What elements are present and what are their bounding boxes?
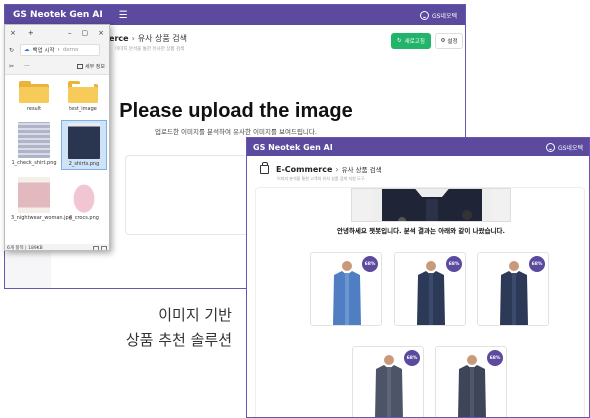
- result-item[interactable]: 68%: [352, 346, 424, 417]
- result-message: 안녕하세요 챗봇입니다. 분석 결과는 아래와 같이 나왔습니다.: [336, 227, 506, 235]
- breadcrumb-description: 이미지 분석을 통한 고객의 유사 상품 검색 지원 도구: [277, 176, 365, 181]
- back-topbar: GS Neotek Gen AI ☰ GS네오텍: [5, 5, 465, 25]
- image-thumbnail: [18, 177, 50, 213]
- gear-icon: ⚙: [440, 38, 446, 44]
- image-thumbnail: [18, 122, 50, 158]
- new-tab-icon[interactable]: +: [28, 29, 34, 37]
- breadcrumb-main[interactable]: E-Commerce: [276, 165, 332, 174]
- breadcrumb-separator: ›: [131, 34, 135, 43]
- file-name: 1_check_shirt.png: [11, 160, 57, 166]
- address-label: 백업 시작: [32, 48, 55, 54]
- result-card: 안녕하세요 챗봇입니다. 분석 결과는 아래와 같이 나왔습니다. 68% 68…: [255, 187, 585, 417]
- details-view-icon[interactable]: [93, 245, 99, 250]
- refresh-button-label: 새로고침: [404, 39, 425, 45]
- details-button[interactable]: 세부 정보: [77, 63, 105, 70]
- query-image: [351, 188, 511, 222]
- status-text: 6개 항목 | 189KB: [7, 246, 43, 251]
- more-icon[interactable]: ···: [24, 63, 30, 70]
- status-bar: 6개 항목 | 189KB: [5, 244, 109, 251]
- explorer-titlebar: × + – ▢ ×: [5, 25, 109, 41]
- result-item[interactable]: 68%: [435, 346, 507, 417]
- file-item[interactable]: 4_crocs.png: [61, 177, 107, 221]
- refresh-button[interactable]: ↻ 새로고침: [391, 33, 431, 49]
- solution-caption: 이미지 기반 상품 추천 솔루션: [126, 303, 232, 353]
- details-pane-icon: [77, 64, 83, 69]
- explorer-toolbar: ✂ ··· 세부 정보: [5, 59, 109, 75]
- result-item[interactable]: 68%: [310, 252, 382, 326]
- smile-icon: [419, 10, 429, 20]
- similarity-badge: 68%: [446, 256, 462, 272]
- breadcrumb-separator: ›: [335, 165, 339, 174]
- minimize-icon[interactable]: –: [68, 29, 72, 37]
- caption-line-2: 상품 추천 솔루션: [125, 331, 232, 349]
- file-item[interactable]: 1_check_shirt.png: [11, 122, 57, 166]
- maximize-icon[interactable]: ▢: [82, 29, 89, 37]
- similarity-badge: 68%: [362, 256, 378, 272]
- brand-title: GS Neotek Gen AI: [253, 142, 333, 152]
- details-label: 세부 정보: [85, 64, 105, 70]
- cloud-icon: ☁: [24, 47, 30, 53]
- product-image: [458, 355, 486, 417]
- file-item-selected[interactable]: 2_shirts.png: [61, 120, 107, 170]
- folder-icon: [68, 81, 98, 103]
- result-item[interactable]: 68%: [394, 252, 466, 326]
- product-image: [500, 261, 528, 325]
- file-name: 3_nightwear_woman.jpg: [11, 215, 72, 221]
- folder-icon: [19, 81, 49, 103]
- file-name: 2_shirts.png: [68, 161, 100, 167]
- similarity-badge: 68%: [404, 350, 420, 366]
- file-name: test_image: [69, 106, 97, 112]
- breadcrumb-sub: 유사 상품 검색: [137, 34, 188, 43]
- product-image: [417, 261, 445, 325]
- address-separator: ›: [57, 47, 60, 53]
- cut-icon[interactable]: ✂: [9, 63, 14, 70]
- caption-line-1: 이미지 기반: [158, 306, 232, 324]
- settings-button-label: 설정: [447, 39, 458, 45]
- front-header: E-Commerce › 유사 상품 검색 이미지 분석을 통한 고객의 유사 상품…: [247, 156, 589, 186]
- product-image: [333, 261, 361, 325]
- address-bar[interactable]: ☁ 백업 시작 › demo: [20, 44, 101, 56]
- breadcrumb-description: 이미지 분석을 통한 유사한 상품 검색: [115, 47, 185, 52]
- user-label: GS네오텍: [431, 12, 457, 20]
- result-item[interactable]: 68%: [477, 252, 549, 326]
- breadcrumb-sub: 유사 상품 검색: [341, 166, 382, 174]
- settings-button[interactable]: ⚙ 설정: [435, 33, 463, 49]
- smile-icon: [545, 142, 555, 152]
- image-thumbnail: [68, 177, 100, 213]
- address-tail: demo: [62, 47, 79, 53]
- close-icon[interactable]: ×: [98, 29, 104, 37]
- file-list: result test_image 1_check_shirt.png 2_sh…: [5, 75, 109, 245]
- file-name: 4_crocs.png: [69, 215, 99, 221]
- hamburger-icon[interactable]: ☰: [119, 10, 128, 21]
- file-item[interactable]: test_image: [60, 81, 106, 112]
- file-explorer-window: × + – ▢ × ↻ ☁ 백업 시작 › demo ✂ ··· 세부 정보 r…: [4, 24, 110, 251]
- similarity-badge: 68%: [529, 256, 545, 272]
- shopping-bag-icon: [260, 162, 269, 174]
- refresh-icon[interactable]: ↻: [9, 47, 14, 54]
- front-app-window: GS Neotek Gen AI GS네오텍 E-Commerce › 유사 상품 …: [246, 137, 590, 418]
- brand-title: GS Neotek Gen AI: [13, 10, 103, 20]
- refresh-icon: ↻: [397, 38, 402, 44]
- shirt-illustration: [372, 189, 492, 221]
- user-label: GS네오텍: [557, 144, 583, 152]
- tab-close-icon[interactable]: ×: [10, 29, 16, 37]
- explorer-nav: ↻ ☁ 백업 시작 › demo: [5, 41, 109, 59]
- image-thumbnail: [68, 123, 100, 159]
- file-item[interactable]: 3_nightwear_woman.jpg: [11, 177, 72, 221]
- file-name: result: [26, 106, 42, 112]
- similarity-badge: 68%: [487, 350, 503, 366]
- user-menu[interactable]: GS네오텍: [419, 10, 457, 20]
- front-topbar: GS Neotek Gen AI GS네오텍: [247, 138, 589, 156]
- product-image: [375, 355, 403, 417]
- tiles-view-icon[interactable]: [101, 245, 107, 250]
- file-item[interactable]: result: [11, 81, 57, 112]
- breadcrumb: E-Commerce › 유사 상품 검색: [276, 164, 382, 174]
- user-menu[interactable]: GS네오텍: [545, 142, 583, 152]
